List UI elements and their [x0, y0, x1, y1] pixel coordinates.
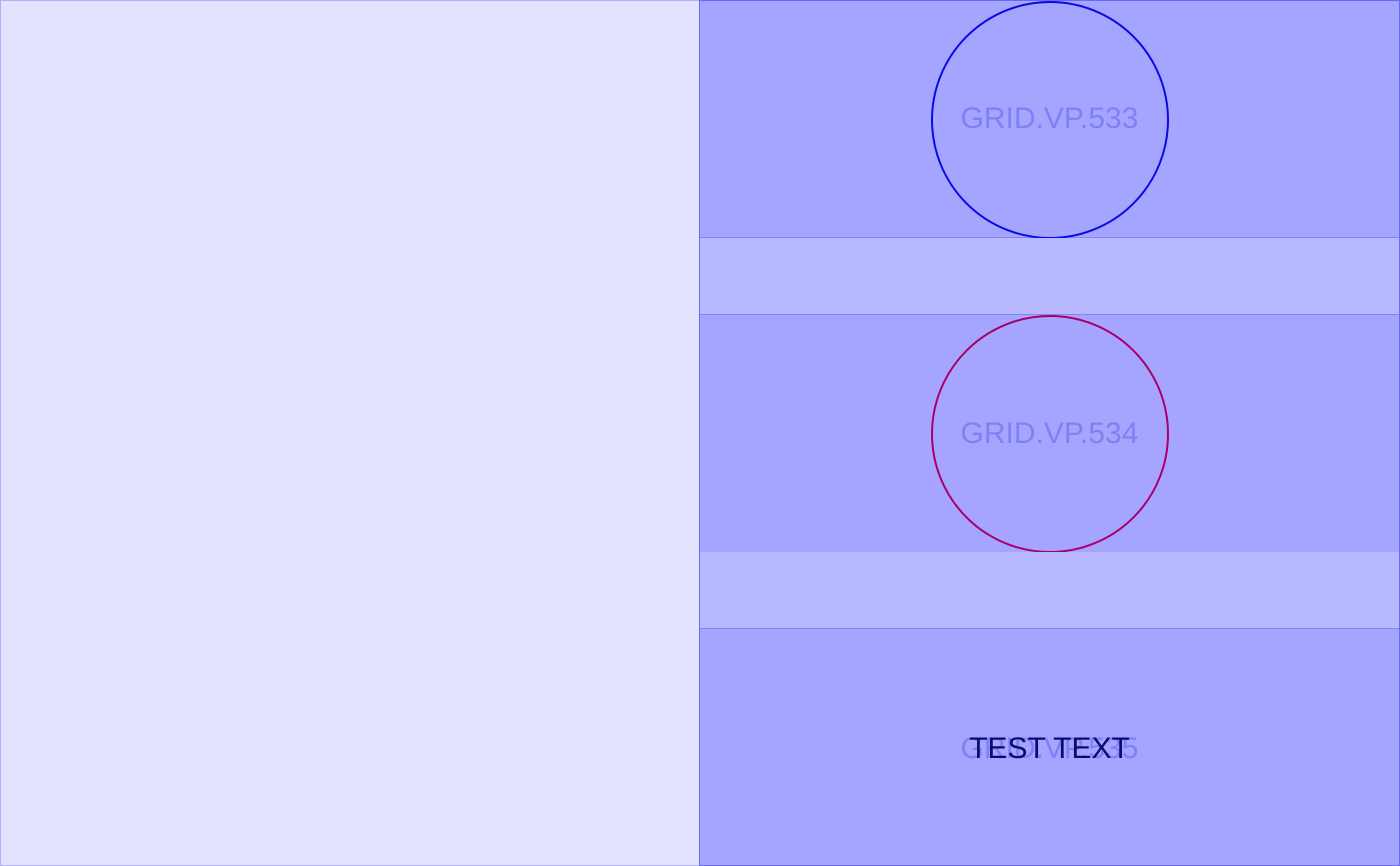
grid-cell-label: GRID.VP.534: [960, 417, 1139, 450]
grid-cell-535[interactable]: GRID.VP.535 TEST TEXT: [700, 628, 1399, 865]
grid-gap: [700, 552, 1399, 629]
test-text-overlay: TEST TEXT: [969, 732, 1130, 765]
grid-panel: GRID.VP.533 GRID.VP.534 GRID.VP.535 TEST…: [699, 0, 1400, 866]
grid-cell-label: GRID.VP.533: [960, 102, 1139, 135]
left-panel: [0, 0, 700, 866]
grid-gap: [700, 238, 1399, 315]
grid-cell-534[interactable]: GRID.VP.534: [700, 314, 1399, 553]
grid-cell-533[interactable]: GRID.VP.533: [700, 1, 1399, 239]
viewport: GRID.VP.533 GRID.VP.534 GRID.VP.535 TEST…: [0, 0, 1400, 866]
